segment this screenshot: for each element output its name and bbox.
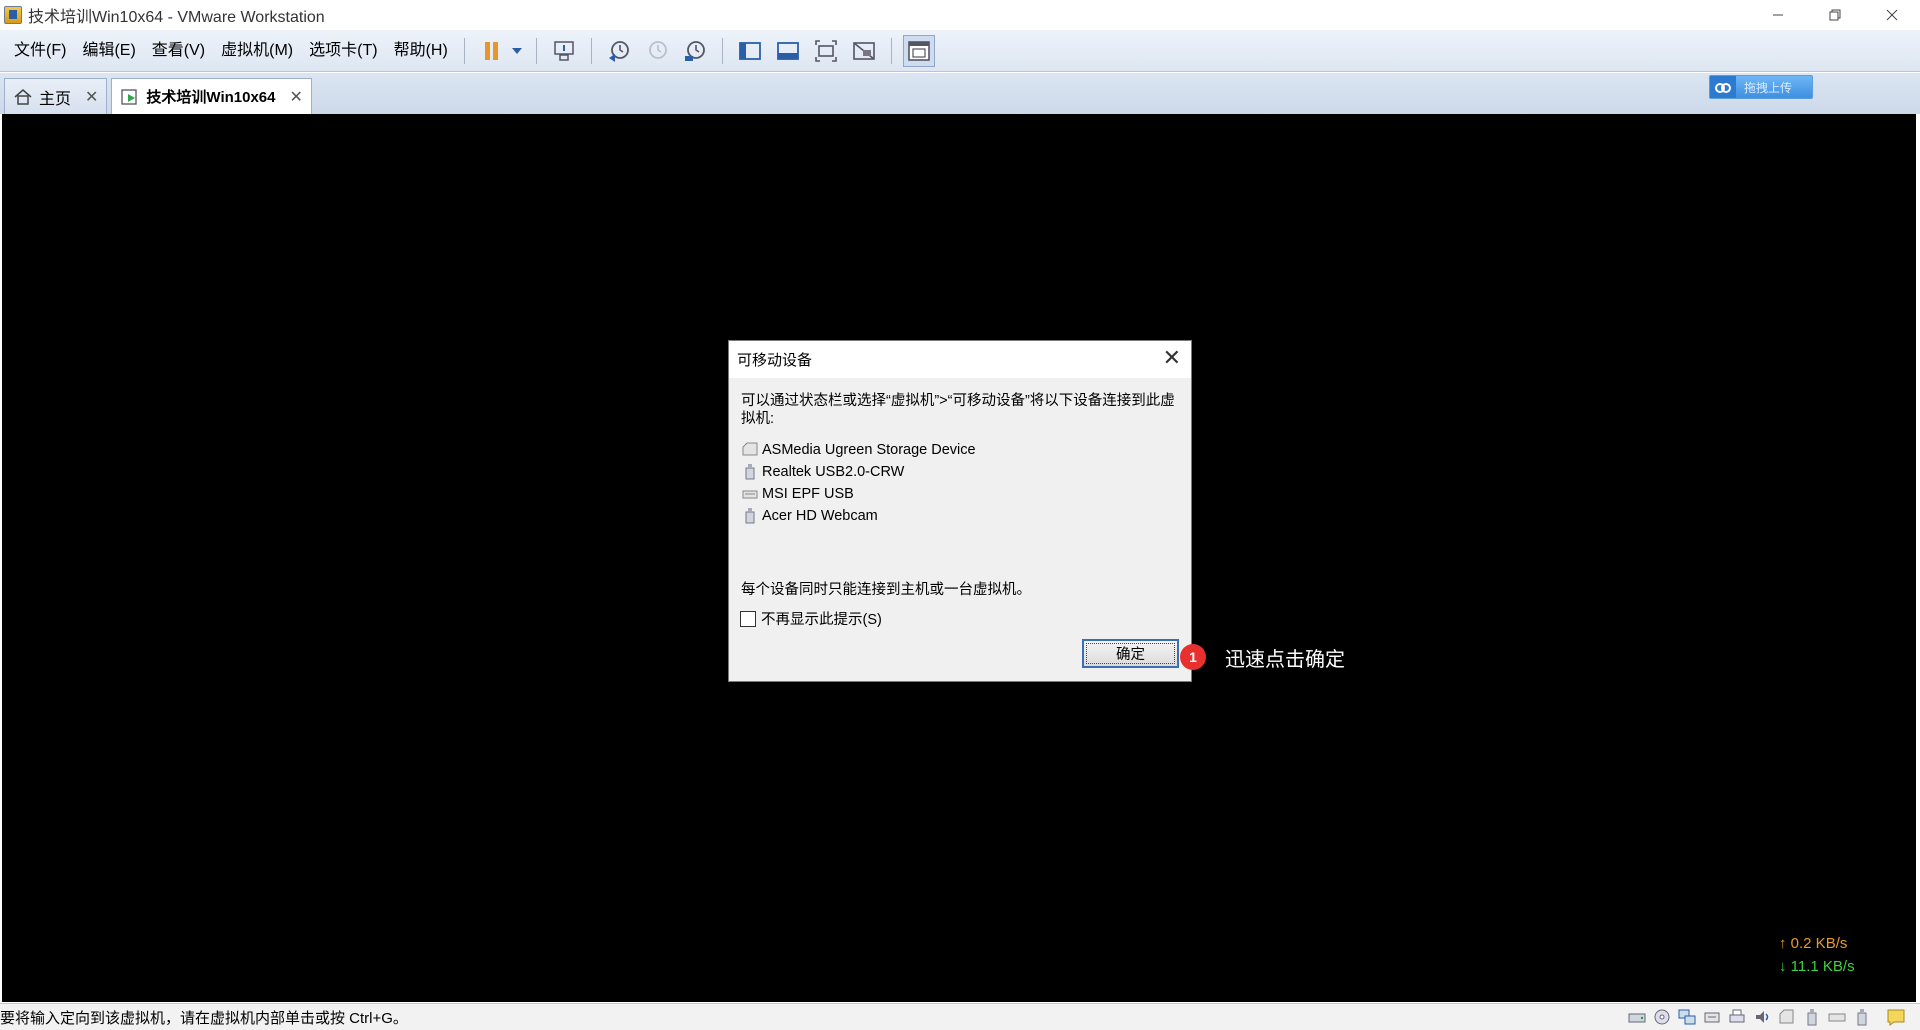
- vm-running-icon: [121, 88, 138, 105]
- device-name: Acer HD Webcam: [762, 508, 878, 524]
- menu-file[interactable]: 文件(F): [6, 30, 74, 72]
- usb-device-status-icon[interactable]: [1802, 1007, 1822, 1027]
- storage-device-icon: [742, 442, 758, 456]
- device-item: ASMedia Ugreen Storage Device: [741, 439, 1181, 461]
- tab-vm-label: 技术培训Win10x64: [146, 89, 276, 106]
- vmware-app-icon: [4, 5, 22, 24]
- toolbar-separator: [890, 37, 892, 64]
- webcam-device-icon: [745, 508, 755, 524]
- unity-mode-button[interactable]: [848, 35, 880, 67]
- message-log-icon[interactable]: [1886, 1007, 1906, 1027]
- usb-reader-icon: [742, 490, 758, 499]
- tab-vm[interactable]: 技术培训Win10x64 ✕: [111, 78, 312, 114]
- close-tab-vm-icon[interactable]: ✕: [290, 87, 303, 107]
- sound-card-icon[interactable]: [1752, 1007, 1772, 1027]
- device-status-icons: [1622, 1007, 1906, 1027]
- dont-show-again-checkbox[interactable]: 不再显示此提示(S): [740, 608, 882, 629]
- title-bar: 技术培训Win10x64 - VMware Workstation: [0, 0, 1920, 29]
- library-panel-icon: [738, 41, 761, 60]
- take-snapshot-button[interactable]: [603, 35, 635, 67]
- restore-icon: [1829, 9, 1840, 20]
- snapshot-manager-icon: [684, 40, 705, 61]
- tab-home[interactable]: 主页 ✕: [4, 78, 108, 114]
- dialog-close-button[interactable]: ✕: [1163, 347, 1181, 369]
- chevron-down-icon: [511, 47, 522, 54]
- drag-upload-label: 拖拽上传: [1744, 80, 1793, 95]
- checkbox-box[interactable]: [740, 610, 756, 627]
- close-icon: [1886, 9, 1897, 20]
- menu-view[interactable]: 查看(V): [144, 30, 213, 72]
- device-list: ASMedia Ugreen Storage Device Realtek US…: [741, 439, 1181, 527]
- device-item: Realtek USB2.0-CRW: [741, 461, 1181, 483]
- tab-home-label: 主页: [39, 90, 72, 108]
- webcam-status-icon[interactable]: [1852, 1007, 1872, 1027]
- send-ctrl-alt-del-button[interactable]: [548, 35, 580, 67]
- dialog-title: 可移动设备: [737, 352, 813, 369]
- removable-storage-icon[interactable]: [1777, 1007, 1797, 1027]
- download-speed: ↓ 11.1 KB/s: [1779, 958, 1855, 975]
- drag-upload-button[interactable]: 拖拽上传: [1709, 75, 1813, 99]
- device-item: MSI EPF USB: [741, 483, 1181, 505]
- menu-vm[interactable]: 虚拟机(M): [213, 30, 301, 72]
- pause-icon: [484, 41, 498, 60]
- status-message: 要将输入定向到该虚拟机，请在虚拟机内部单击或按 Ctrl+G。: [0, 1009, 408, 1027]
- usb-controller-icon[interactable]: [1702, 1007, 1722, 1027]
- snapshot-clock-icon: [608, 40, 629, 62]
- toolbar-separator: [463, 37, 465, 64]
- full-screen-button[interactable]: [810, 35, 842, 67]
- upload-speed: ↑ 0.2 KB/s: [1779, 935, 1848, 952]
- dialog-title-bar: 可移动设备 ✕: [729, 341, 1191, 378]
- removable-devices-dialog: 可移动设备 ✕ 可以通过状态栏或选择“虚拟机”>“可移动设备”将以下设备连接到此…: [728, 340, 1192, 682]
- device-name: Realtek USB2.0-CRW: [762, 464, 905, 480]
- dialog-message: 可以通过状态栏或选择“虚拟机”>“可移动设备”将以下设备连接到此虚拟机:: [741, 393, 1175, 427]
- dialog-body: 可以通过状态栏或选择“虚拟机”>“可移动设备”将以下设备连接到此虚拟机: ASM…: [729, 378, 1191, 527]
- snapshot-manager-button[interactable]: [679, 35, 711, 67]
- unity-icon: [852, 41, 875, 60]
- show-thumbnail-bar-button[interactable]: [772, 35, 804, 67]
- send-keys-icon: [554, 40, 574, 61]
- menu-help[interactable]: 帮助(H): [386, 30, 456, 72]
- menu-tabs[interactable]: 选项卡(T): [301, 30, 385, 72]
- dialog-note: 每个设备同时只能连接到主机或一台虚拟机。: [741, 582, 1031, 598]
- minimize-icon: [1772, 14, 1783, 15]
- status-bar: 要将输入定向到该虚拟机，请在虚拟机内部单击或按 Ctrl+G。: [0, 1003, 1920, 1030]
- hard-disk-icon[interactable]: [1627, 1007, 1647, 1027]
- toolbar-separator: [590, 37, 592, 64]
- menu-toolbar: 文件(F) 编辑(E) 查看(V) 虚拟机(M) 选项卡(T) 帮助(H): [0, 30, 1920, 72]
- thumbnail-bar-icon: [776, 41, 799, 60]
- network-adapter-icon[interactable]: [1677, 1007, 1697, 1027]
- annotation-text: 迅速点击确定: [1225, 649, 1345, 671]
- checkbox-label: 不再显示此提示(S): [761, 612, 882, 628]
- close-tab-home-icon[interactable]: ✕: [85, 87, 98, 107]
- cloud-icon: [1710, 76, 1736, 98]
- tab-bar: 主页 ✕ 技术培训Win10x64 ✕: [0, 73, 1920, 114]
- annotation-badge: 1: [1180, 644, 1206, 670]
- toolbar-separator: [535, 37, 537, 64]
- minimize-button[interactable]: [1749, 0, 1806, 29]
- ok-button[interactable]: 确定: [1082, 639, 1179, 668]
- revert-clock-icon: [648, 40, 667, 59]
- power-dropdown-button[interactable]: [509, 35, 525, 67]
- window-controls: [1749, 0, 1920, 29]
- console-view-button[interactable]: [902, 34, 935, 67]
- device-name: ASMedia Ugreen Storage Device: [762, 442, 976, 458]
- pause-vm-button[interactable]: [476, 35, 508, 67]
- home-icon: [14, 88, 32, 105]
- full-screen-icon: [814, 39, 837, 62]
- restore-button[interactable]: [1806, 0, 1863, 29]
- window-title: 技术培训Win10x64 - VMware Workstation: [28, 8, 325, 26]
- device-name: MSI EPF USB: [762, 486, 854, 502]
- menu-edit[interactable]: 编辑(E): [74, 30, 143, 72]
- cd-dvd-icon[interactable]: [1652, 1007, 1672, 1027]
- toolbar-separator: [721, 37, 723, 64]
- usb-device-icon: [745, 464, 755, 480]
- show-library-button[interactable]: [734, 35, 766, 67]
- console-view-icon: [907, 40, 930, 61]
- revert-snapshot-button[interactable]: [641, 35, 673, 67]
- usb-reader-status-icon[interactable]: [1827, 1007, 1847, 1027]
- device-item: Acer HD Webcam: [741, 505, 1181, 527]
- printer-icon[interactable]: [1727, 1007, 1747, 1027]
- close-window-button[interactable]: [1863, 0, 1920, 29]
